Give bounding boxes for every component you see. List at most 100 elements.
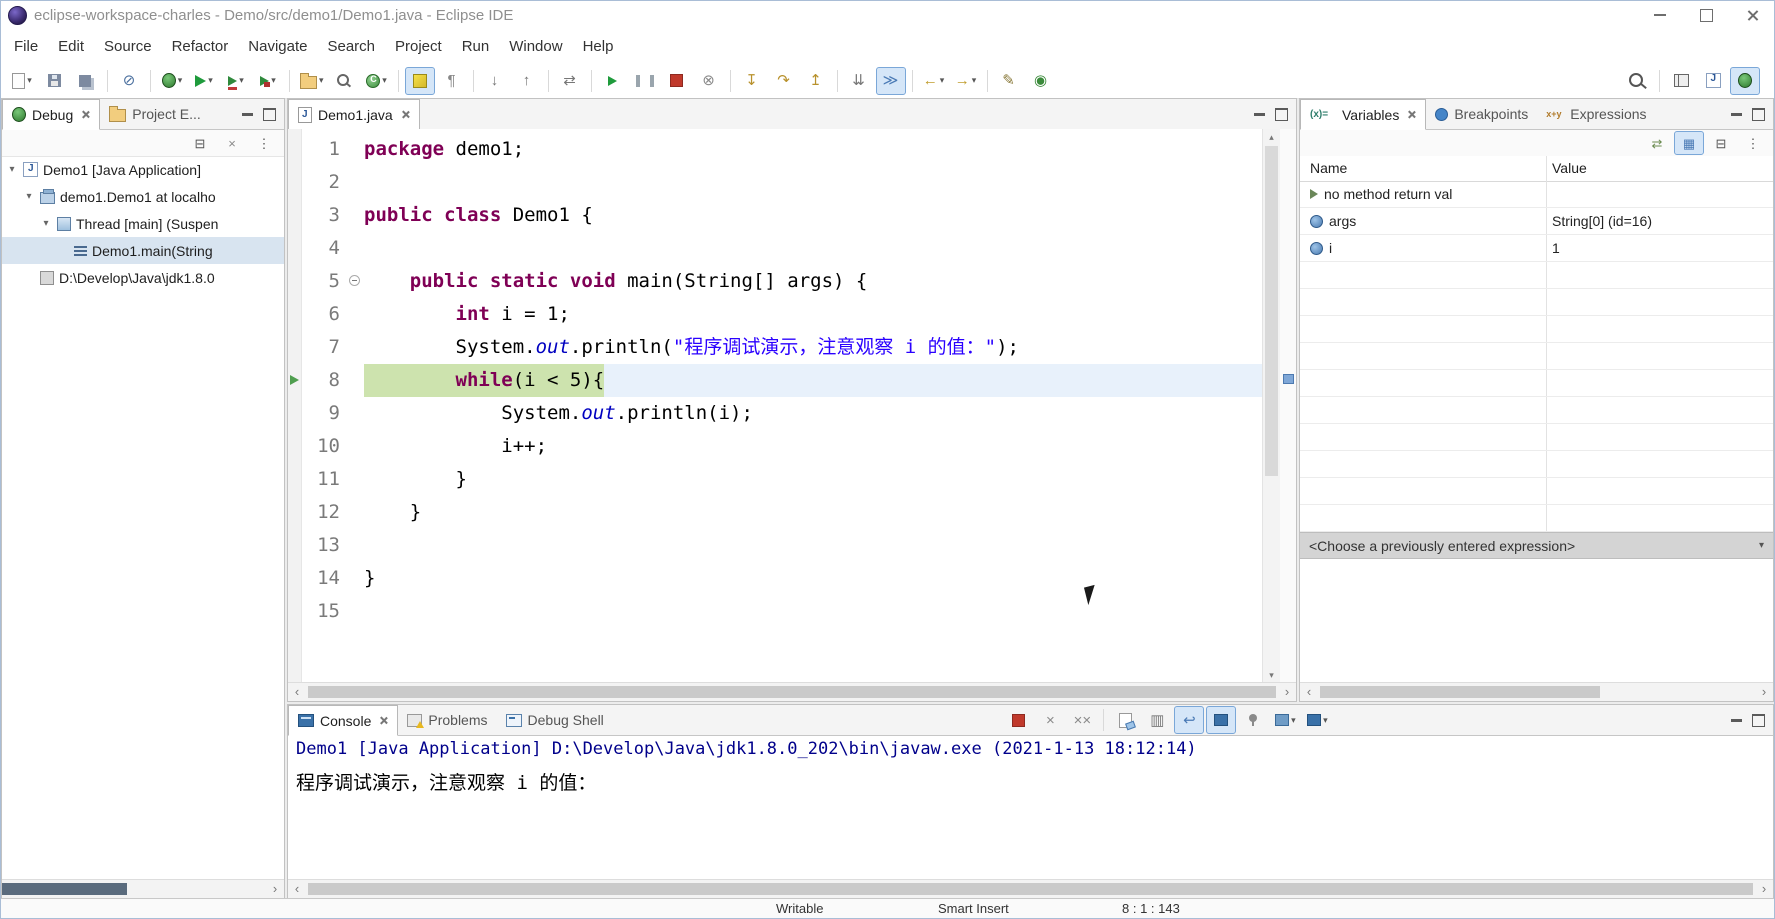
scroll-right-icon[interactable]: ›: [1755, 880, 1773, 898]
tab-expressions[interactable]: Expressions: [1537, 99, 1655, 129]
column-value[interactable]: Value: [1552, 160, 1587, 176]
run-dropdown-icon[interactable]: ▾: [208, 75, 213, 86]
resume-button[interactable]: [598, 67, 628, 95]
save-all-button[interactable]: [71, 67, 101, 95]
display-selected-console-dropdown-icon[interactable]: ▾: [1291, 715, 1296, 726]
scroll-right-icon[interactable]: ›: [1278, 683, 1296, 701]
scroll-left-ic on[interactable]: ‹: [1300, 683, 1318, 701]
menu-navigate[interactable]: Navigate: [238, 32, 317, 61]
tab-debug[interactable]: Debug: [2, 99, 100, 130]
debug-button[interactable]: ▾: [157, 67, 187, 95]
scroll-lock-button[interactable]: ▥: [1142, 706, 1172, 734]
editor-vscrollbar[interactable]: ▴ ▾: [1262, 129, 1280, 683]
variable-row-empty[interactable]: [1300, 505, 1773, 532]
tab-breakpoints[interactable]: Breakpoints: [1426, 99, 1537, 129]
debug-perspective-button[interactable]: [1730, 67, 1760, 95]
expression-combo[interactable]: <Choose a previously entered expression>…: [1300, 532, 1773, 559]
maximize-view-button[interactable]: [263, 108, 276, 121]
minimize-view-button[interactable]: [1731, 113, 1742, 116]
maximize-view-button[interactable]: [1752, 714, 1765, 727]
show-type-names-button[interactable]: ⇄: [1642, 131, 1672, 155]
menu-edit[interactable]: Edit: [48, 32, 94, 61]
step-over-button[interactable]: ↷: [769, 67, 799, 95]
collapse-all-button[interactable]: ⊟: [185, 131, 215, 155]
scrollbar-track[interactable]: [306, 683, 1278, 701]
tree-item-d-develop-java-jdk1-8-0[interactable]: D:\Develop\Java\jdk1.8.0: [2, 264, 284, 291]
code-line-13[interactable]: [364, 529, 1263, 562]
code-line-5[interactable]: public static void main(String[] args) {: [364, 265, 1263, 298]
pin-console-button[interactable]: [1238, 706, 1268, 734]
open-console-dropdown-icon[interactable]: ▾: [1323, 715, 1328, 726]
pin-editor-button[interactable]: ◉: [1026, 67, 1056, 95]
code-line-14[interactable]: }: [364, 562, 1263, 595]
new-wizard-dropdown-icon[interactable]: ▾: [27, 75, 32, 86]
debug-dropdown-icon[interactable]: ▾: [178, 75, 183, 86]
run-external-tools-dropdown-icon[interactable]: ▾: [271, 75, 276, 86]
last-edit-location-button[interactable]: ✎: [994, 67, 1024, 95]
tab-problems[interactable]: Problems: [398, 705, 496, 735]
minimize-view-button[interactable]: [1731, 719, 1742, 722]
drop-to-frame-button[interactable]: ⇊: [844, 67, 874, 95]
tree-item-demo1-main-string[interactable]: Demo1.main(String: [2, 237, 284, 264]
variable-row-empty[interactable]: [1300, 262, 1773, 289]
variable-row-empty[interactable]: [1300, 343, 1773, 370]
collapse-all-button[interactable]: ⊟: [1706, 131, 1736, 155]
maximize-window-button[interactable]: [1683, 0, 1729, 30]
maximize-view-button[interactable]: [1752, 108, 1765, 121]
scroll-right-icon[interactable]: ›: [1755, 683, 1773, 701]
scrollbar-thumb[interactable]: [1320, 686, 1600, 698]
variable-row-i[interactable]: i1: [1300, 235, 1773, 262]
display-selected-console-button[interactable]: ▾: [1270, 706, 1300, 734]
menu-file[interactable]: File: [4, 32, 48, 61]
new-java-class-dropdown-icon[interactable]: ▾: [382, 75, 387, 86]
remove-all-launches-button[interactable]: ××: [1067, 706, 1097, 734]
debug-hscrollbar[interactable]: ›: [2, 879, 284, 898]
minimize-window-button[interactable]: [1637, 0, 1683, 30]
show-logical-structures-button[interactable]: ▦: [1674, 131, 1704, 155]
terminate-button[interactable]: [1003, 706, 1033, 734]
code-line-8[interactable]: while(i < 5){: [364, 364, 1263, 397]
code-line-15[interactable]: [364, 595, 1263, 628]
run-external-tools-button[interactable]: ▾: [253, 67, 283, 95]
variable-row-empty[interactable]: [1300, 451, 1773, 478]
code-line-11[interactable]: }: [364, 463, 1263, 496]
new-java-project-dropdown-icon[interactable]: ▾: [319, 75, 324, 86]
code-line-12[interactable]: }: [364, 496, 1263, 529]
show-console-on-stdout-button[interactable]: [1206, 706, 1236, 734]
link-with-editor-button[interactable]: ⇄: [555, 67, 585, 95]
tab-project-e[interactable]: Project E...: [100, 99, 209, 129]
menu-help[interactable]: Help: [573, 32, 624, 61]
chevron-down-icon[interactable]: ▾: [1759, 540, 1764, 551]
editor-hscrollbar[interactable]: ‹ ›: [288, 682, 1296, 701]
code-area[interactable]: package demo1;public class Demo1 { publi…: [364, 129, 1263, 628]
scrollbar-track[interactable]: [2, 880, 266, 898]
open-perspective-button[interactable]: [1666, 67, 1696, 95]
tab-close-icon[interactable]: [379, 716, 388, 725]
save-button[interactable]: [39, 67, 69, 95]
tab-close-icon[interactable]: [1407, 110, 1416, 119]
forward-button[interactable]: →▾: [951, 67, 981, 95]
tab-console[interactable]: Console: [288, 705, 398, 736]
clear-console-button[interactable]: [1110, 706, 1140, 734]
menu-refactor[interactable]: Refactor: [162, 32, 239, 61]
menu-project[interactable]: Project: [385, 32, 452, 61]
twistie-icon[interactable]: ▾: [40, 218, 52, 229]
variable-row-empty[interactable]: [1300, 478, 1773, 505]
code-line-6[interactable]: int i = 1;: [364, 298, 1263, 331]
variables-hscrollbar[interactable]: ‹ ›: [1300, 682, 1773, 701]
run-button[interactable]: ▾: [189, 67, 219, 95]
tree-item-demo1-demo1-at-localho[interactable]: ▾demo1.Demo1 at localho: [2, 183, 284, 210]
menu-run[interactable]: Run: [452, 32, 500, 61]
variable-row-args[interactable]: argsString[0] (id=16): [1300, 208, 1773, 235]
twistie-icon[interactable]: ▾: [6, 164, 18, 175]
menu-source[interactable]: Source: [94, 32, 162, 61]
variable-row-empty[interactable]: [1300, 424, 1773, 451]
current-line-marker[interactable]: [1283, 374, 1294, 384]
scrollbar-thumb[interactable]: [308, 883, 1753, 895]
scrollbar-thumb[interactable]: [308, 686, 1276, 698]
variable-row-empty[interactable]: [1300, 370, 1773, 397]
tab-close-icon[interactable]: [401, 110, 410, 119]
open-element-button[interactable]: [330, 67, 360, 95]
fold-collapse-icon[interactable]: [349, 275, 360, 286]
view-menu-button[interactable]: ⋮: [1738, 131, 1768, 155]
